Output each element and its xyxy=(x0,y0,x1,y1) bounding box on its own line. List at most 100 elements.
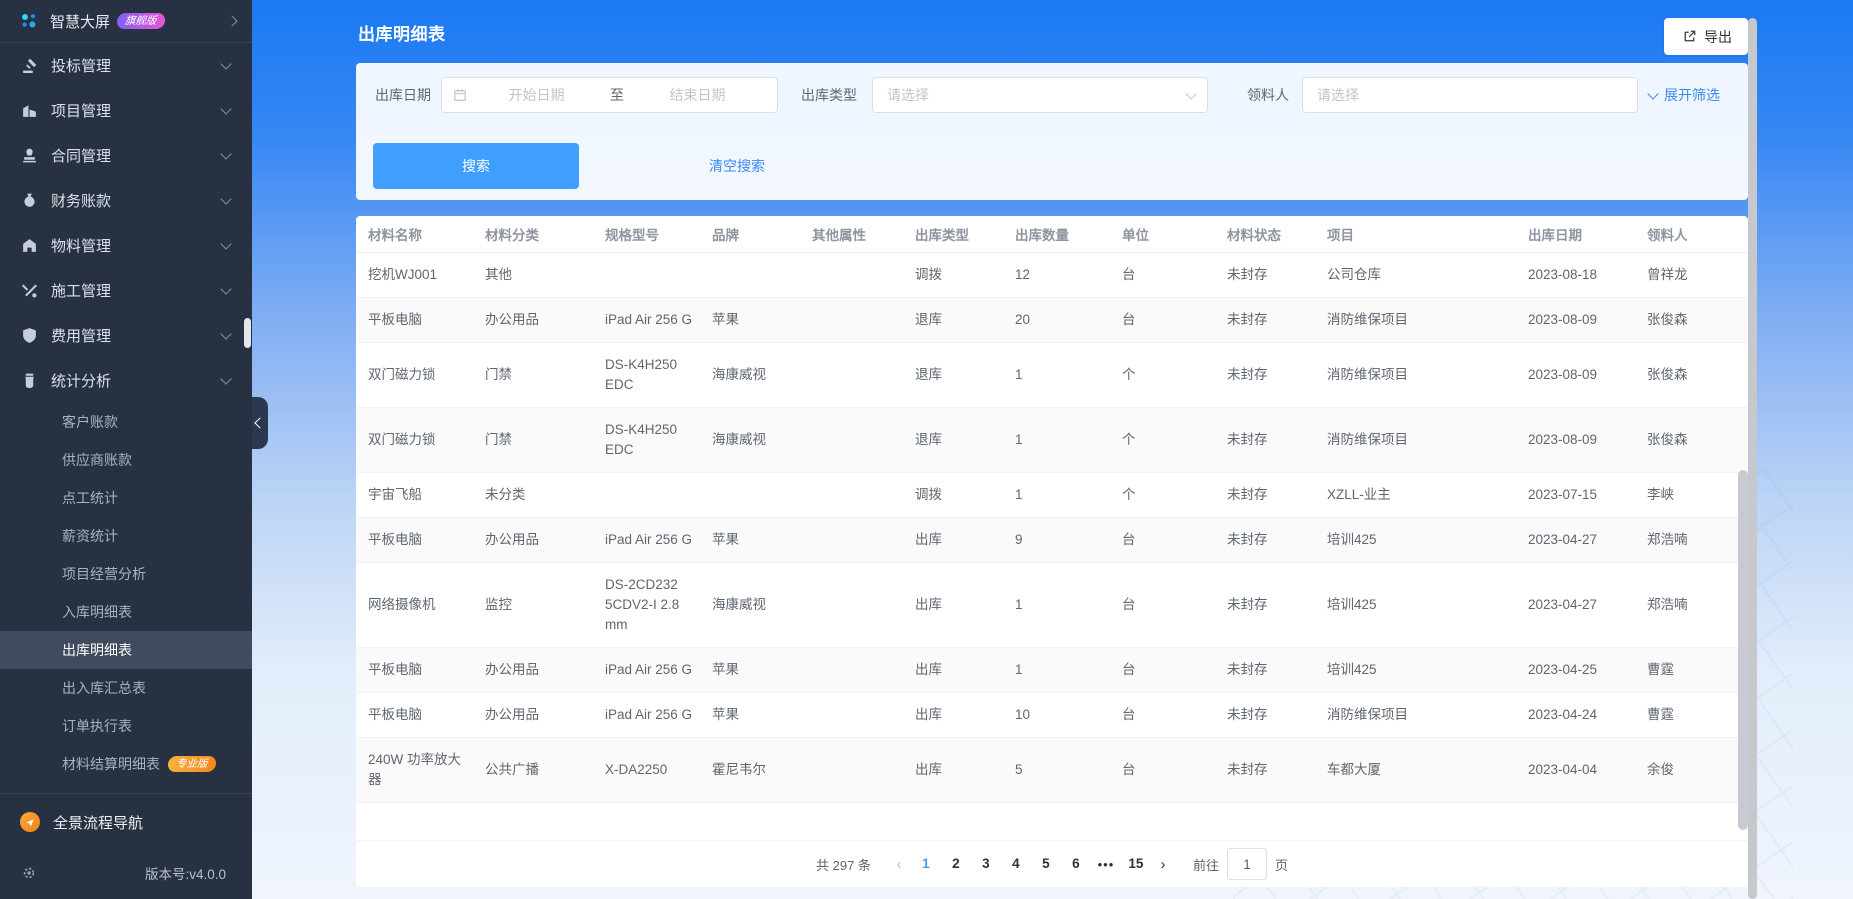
table-row[interactable]: 网络摄像机 监控 DS-2CD232 5CDV2-I 2.8 mm 海康威视 出库 1 台未… xyxy=(356,562,1748,648)
page-scrollbar[interactable] xyxy=(1748,18,1757,899)
table-row[interactable]: 挖机WJ001 其他 调拨 12 台未封存 公司仓库 2023-08-18 曾祥龙 xyxy=(356,252,1748,298)
table-cell: iPad Air 256 G xyxy=(605,297,712,343)
column-header: 材料分类 xyxy=(485,216,605,253)
table-cell: 台 xyxy=(1122,647,1227,693)
table-cell: 20 xyxy=(1015,297,1122,343)
sidebar-item-smart-screen[interactable]: 智慧大屏 旗舰版 xyxy=(0,0,252,43)
sidebar-subitem-project-analysis[interactable]: 项目经营分析 xyxy=(0,555,252,593)
sidebar-subitem-outbound-detail[interactable]: 出库明细表 xyxy=(0,631,252,669)
pagination-total: 共 297 条 xyxy=(816,857,871,873)
table-cell: 张俊森 xyxy=(1647,342,1748,408)
gear-icon[interactable] xyxy=(20,864,38,882)
table-cell: 1 xyxy=(1015,342,1122,408)
sidebar-subitem-in-out-summary[interactable]: 出入库汇总表 xyxy=(0,669,252,707)
sidebar-subitem-daywork-stats[interactable]: 点工统计 xyxy=(0,479,252,517)
table-cell: 台 xyxy=(1122,517,1227,563)
table-cell xyxy=(812,472,915,518)
sidebar-item-panorama-nav[interactable]: 全景流程导航 xyxy=(0,798,252,846)
prev-page-button[interactable]: ‹ xyxy=(887,856,911,873)
table-cell: 2023-04-25 xyxy=(1528,647,1647,693)
table-cell: 其他 xyxy=(485,252,605,298)
sidebar-item-statistics[interactable]: 统计分析 xyxy=(0,358,252,403)
sidebar-item-label: 全景流程导航 xyxy=(53,814,144,832)
table-cell: iPad Air 256 G xyxy=(605,517,712,563)
sidebar-subitem-label: 客户账款 xyxy=(62,414,118,430)
outbound-type-select[interactable] xyxy=(872,77,1208,113)
sidebar-subitem-label: 项目经营分析 xyxy=(62,566,146,582)
sidebar-subitem-material-settlement[interactable]: 材料结算明细表 专业版 xyxy=(0,745,252,783)
sidebar-subitem-label: 订单执行表 xyxy=(62,718,132,734)
sidebar-item-expense[interactable]: 费用管理 xyxy=(0,313,252,358)
expand-filters-link[interactable]: 展开筛选 xyxy=(1647,77,1720,113)
chevron-down-icon xyxy=(220,193,232,205)
table-cell: 消防维保项目 xyxy=(1327,297,1528,343)
page-number[interactable]: 4 xyxy=(1001,850,1031,878)
chevron-down-icon xyxy=(220,283,232,295)
table-cell: 公共广播 xyxy=(485,737,605,803)
table-row[interactable]: 平板电脑 办公用品 iPad Air 256 G 苹果 出库 9 台未封存 培训425 2023… xyxy=(356,517,1748,563)
start-date-input[interactable] xyxy=(467,86,606,104)
page-number[interactable]: 6 xyxy=(1061,850,1091,878)
sidebar-item-bidding[interactable]: 投标管理 xyxy=(0,43,252,88)
sidebar-item-construction[interactable]: 施工管理 xyxy=(0,268,252,313)
table-cell: 张俊森 xyxy=(1647,297,1748,343)
shield-icon xyxy=(20,327,38,345)
table-cell: 台 xyxy=(1122,737,1227,803)
page-number[interactable]: 15 xyxy=(1121,850,1151,878)
table-cell: 消防维保项目 xyxy=(1327,407,1528,473)
sidebar-subitem-customer-accounts[interactable]: 客户账款 xyxy=(0,403,252,441)
clear-search-link[interactable]: 清空搜索 xyxy=(709,143,765,189)
sidebar-item-project[interactable]: 项目管理 xyxy=(0,88,252,133)
table-row[interactable]: 宇宙飞船 未分类 调拨 1 个未封存 XZLL-业主 2023-07-15 李峡 xyxy=(356,472,1748,518)
app-root: 智慧大屏 旗舰版 投标管理 项目管理 合同管理 财务账款 物料管理 施工管理 费用管理 统计分… xyxy=(0,0,1853,899)
date-to-label: 至 xyxy=(610,87,624,103)
table-cell xyxy=(812,562,915,648)
table-cell xyxy=(812,407,915,473)
table-cell: 余俊 xyxy=(1647,737,1748,803)
chevron-down-icon xyxy=(220,58,232,70)
table-row[interactable]: 双门磁力锁 门禁 DS-K4H250 EDC 海康威视 退库 1 个未封存 消防维保项目 202… xyxy=(356,407,1748,473)
table-row[interactable]: 平板电脑 办公用品 iPad Air 256 G 苹果 退库 20 台未封存 消防维保项目 20… xyxy=(356,297,1748,343)
search-button[interactable]: 搜索 xyxy=(373,143,579,189)
export-button[interactable]: 导出 xyxy=(1664,18,1748,55)
sidebar-collapse-handle[interactable] xyxy=(252,397,268,449)
date-range-picker[interactable]: 至 xyxy=(441,77,778,113)
table-row[interactable]: 平板电脑 办公用品 iPad Air 256 G 苹果 出库 1 台未封存 培训425 2023… xyxy=(356,647,1748,693)
material-picker-input[interactable] xyxy=(1315,86,1625,104)
page-number[interactable]: 5 xyxy=(1031,850,1061,878)
table-cell: 退库 xyxy=(915,407,1015,473)
table-header-row: 材料名称 材料分类 规格型号 品牌 其他属性 出库类型 出库数量 单位 材料状态 项目 出库日期 领料… xyxy=(356,216,1748,253)
table-cell: 台 xyxy=(1122,562,1227,648)
table-row[interactable]: 240W 功率放大器 公共广播 X-DA2250 霍尼韦尔 出库 5 台未封存 车都大厦 202… xyxy=(356,737,1748,803)
table-cell: 未分类 xyxy=(485,472,605,518)
sidebar-subitem-supplier-accounts[interactable]: 供应商账款 xyxy=(0,441,252,479)
sidebar-item-finance[interactable]: 财务账款 xyxy=(0,178,252,223)
table-cell: 双门磁力锁 xyxy=(356,342,485,408)
sidebar-scrollbar[interactable] xyxy=(244,318,251,348)
table-row[interactable]: 双门磁力锁 门禁 DS-K4H250 EDC 海康威视 退库 1 个未封存 消防维保项目 202… xyxy=(356,342,1748,408)
page-number[interactable]: 1 xyxy=(911,850,941,878)
sidebar-subitem-inbound-detail[interactable]: 入库明细表 xyxy=(0,593,252,631)
version-label: 版本号:v4.0.0 xyxy=(144,867,226,882)
material-picker-select[interactable] xyxy=(1302,77,1638,113)
table-cell xyxy=(605,252,712,298)
sidebar-item-contract[interactable]: 合同管理 xyxy=(0,133,252,178)
next-page-button[interactable]: › xyxy=(1151,856,1175,873)
table-row[interactable]: 平板电脑 办公用品 iPad Air 256 G 苹果 出库 10 台未封存 消防维保项目 20… xyxy=(356,692,1748,738)
goto-page-input[interactable] xyxy=(1226,848,1267,880)
table-cell: 240W 功率放大器 xyxy=(356,737,485,803)
date-filter-label: 出库日期 xyxy=(375,87,431,103)
page-ellipsis[interactable]: ••• xyxy=(1091,857,1121,872)
page-number[interactable]: 2 xyxy=(941,850,971,878)
table-cell: iPad Air 256 G xyxy=(605,647,712,693)
sidebar-item-material[interactable]: 物料管理 xyxy=(0,223,252,268)
page-number[interactable]: 3 xyxy=(971,850,1001,878)
table-scrollbar[interactable] xyxy=(1738,470,1748,830)
end-date-input[interactable] xyxy=(628,86,767,104)
table-cell: 2023-07-15 xyxy=(1528,472,1647,518)
table-cell xyxy=(712,472,812,518)
outbound-type-input[interactable] xyxy=(885,86,1187,104)
table-cell: 台 xyxy=(1122,297,1227,343)
sidebar-subitem-salary-stats[interactable]: 薪资统计 xyxy=(0,517,252,555)
sidebar-subitem-order-execution[interactable]: 订单执行表 xyxy=(0,707,252,745)
